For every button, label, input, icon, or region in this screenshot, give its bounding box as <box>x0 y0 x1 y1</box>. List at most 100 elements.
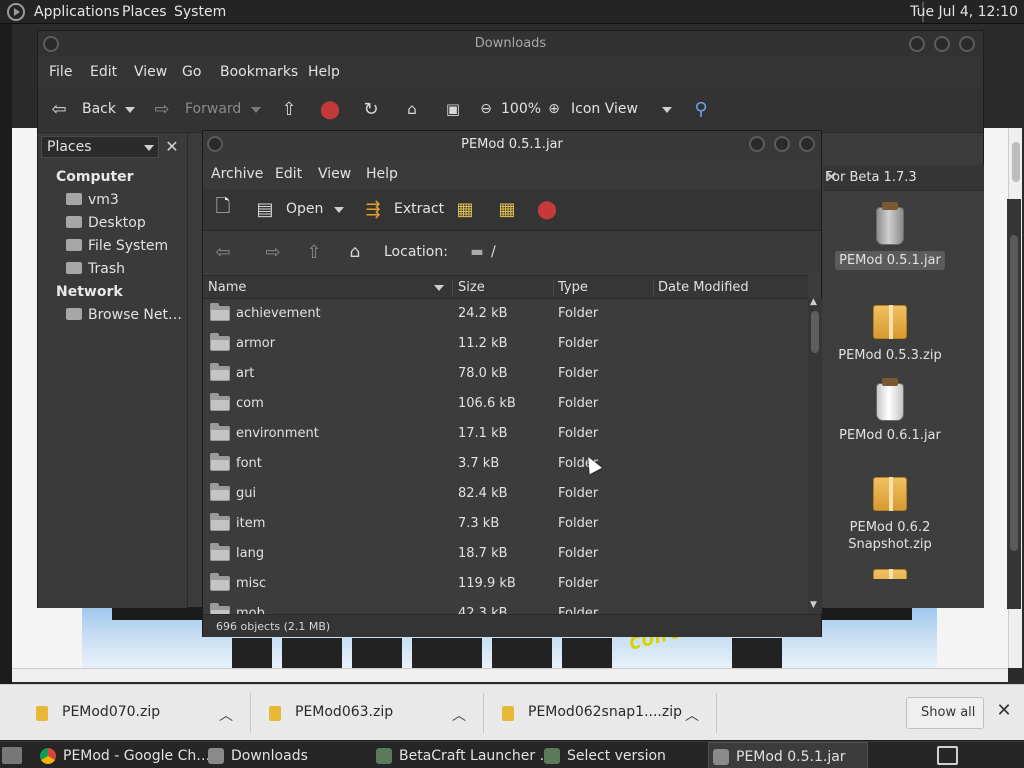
scroll-thumb[interactable] <box>1010 235 1018 551</box>
table-row[interactable]: armor 11.2 kB Folder <box>203 329 808 359</box>
file-item[interactable] <box>835 569 945 579</box>
stop-icon[interactable]: ⬤ <box>320 99 340 120</box>
add-folder-icon[interactable]: ▦ <box>497 199 517 220</box>
column-type[interactable]: Type <box>558 280 588 295</box>
close-icon[interactable]: ✕ <box>994 700 1014 724</box>
gnome-foot-icon[interactable] <box>7 3 25 21</box>
menu-view[interactable]: View <box>318 166 351 182</box>
zoom-out-icon[interactable]: ⊖ <box>476 99 496 119</box>
file-list-scrollbar[interactable]: ▲ ▼ <box>808 297 822 614</box>
column-divider[interactable] <box>553 279 554 297</box>
menu-places[interactable]: Places <box>122 4 167 20</box>
table-row[interactable]: misc 119.9 kB Folder <box>203 569 808 599</box>
extract-button[interactable]: Extract <box>394 201 444 217</box>
menu-system[interactable]: System <box>174 4 226 20</box>
chevron-up-icon[interactable]: ︿ <box>219 705 233 725</box>
menu-edit[interactable]: Edit <box>90 64 117 80</box>
clock[interactable]: Tue Jul 4, 12:10 <box>910 4 1018 20</box>
zoom-in-icon[interactable]: ⊕ <box>544 99 564 119</box>
minimize-button[interactable] <box>749 136 765 152</box>
new-archive-icon[interactable]: 🗋 <box>213 196 233 219</box>
downloads-tab[interactable]: For Beta 1.7.3 ✕ <box>823 165 984 191</box>
task-button-select-version[interactable]: Select version <box>544 742 704 768</box>
close-button[interactable] <box>799 136 815 152</box>
table-row[interactable]: art 78.0 kB Folder <box>203 359 808 389</box>
stop-icon[interactable]: ⬤ <box>537 199 557 220</box>
column-name[interactable]: Name <box>208 280 246 295</box>
minimize-button[interactable] <box>909 36 925 52</box>
file-item[interactable]: PEMod 0.5.1.jar <box>835 202 945 270</box>
computer-icon[interactable]: ▣ <box>443 99 463 119</box>
table-row[interactable]: lang 18.7 kB Folder <box>203 539 808 569</box>
menu-applications[interactable]: Applications <box>34 4 120 20</box>
menu-view[interactable]: View <box>134 64 167 80</box>
archive-titlebar[interactable]: PEMod 0.5.1.jar <box>203 131 821 159</box>
table-row[interactable]: gui 82.4 kB Folder <box>203 479 808 509</box>
places-selector[interactable]: Places <box>41 136 159 158</box>
scroll-up-icon[interactable]: ▲ <box>810 297 817 307</box>
back-arrow-icon[interactable]: ⇦ <box>49 99 69 120</box>
task-button-archive[interactable]: PEMod 0.5.1.jar <box>708 742 868 768</box>
reload-icon[interactable]: ↻ <box>361 99 381 120</box>
download-item[interactable]: PEMod062snap1....zip ︿ <box>502 685 712 741</box>
extract-icon[interactable]: ⇶ <box>363 199 383 220</box>
menu-file[interactable]: File <box>49 64 72 80</box>
task-button-betacraft[interactable]: BetaCraft Launcher … <box>376 742 554 768</box>
menu-help[interactable]: Help <box>366 166 398 182</box>
workspace-switcher-icon[interactable] <box>937 746 958 765</box>
download-item[interactable]: PEMod063.zip ︿ <box>269 685 479 741</box>
column-date-modified[interactable]: Date Modified <box>658 280 749 295</box>
download-item[interactable]: PEMod070.zip ︿ <box>36 685 246 741</box>
table-row[interactable]: item 7.3 kB Folder <box>203 509 808 539</box>
column-divider[interactable] <box>653 279 654 297</box>
open-button[interactable]: Open <box>286 201 323 217</box>
show-desktop-icon[interactable] <box>2 747 22 764</box>
task-button-downloads[interactable]: Downloads <box>208 742 368 768</box>
table-row[interactable]: font 3.7 kB Folder <box>203 449 808 479</box>
menu-help[interactable]: Help <box>308 64 340 80</box>
downloads-titlebar[interactable]: Downloads <box>38 31 983 57</box>
search-icon[interactable]: ⚲ <box>691 99 711 120</box>
table-row[interactable]: environment 17.1 kB Folder <box>203 419 808 449</box>
chevron-up-icon[interactable]: ︿ <box>452 705 466 725</box>
up-arrow-icon[interactable]: ⇧ <box>279 99 299 120</box>
maximize-button[interactable] <box>934 36 950 52</box>
task-button-chrome[interactable]: PEMod - Google Ch… <box>40 742 210 768</box>
column-divider[interactable] <box>452 279 453 297</box>
open-folder-icon[interactable]: ▤ <box>255 199 275 220</box>
file-item[interactable]: PEMod 0.5.3.zip <box>835 305 945 364</box>
open-dropdown-icon[interactable] <box>334 207 344 213</box>
sidebar-item-desktop[interactable]: Desktop <box>66 215 146 231</box>
sidebar-item-vm3[interactable]: vm3 <box>66 192 119 208</box>
file-item[interactable]: PEMod 0.6.2 Snapshot.zip <box>835 477 945 553</box>
close-icon[interactable]: ✕ <box>162 137 182 157</box>
sidebar-item-trash[interactable]: Trash <box>66 261 125 277</box>
table-row[interactable]: com 106.6 kB Folder <box>203 389 808 419</box>
table-row[interactable]: mob 42.3 kB Folder <box>203 599 808 614</box>
file-item[interactable]: PEMod 0.6.1.jar <box>835 378 945 444</box>
scroll-thumb[interactable] <box>811 311 819 353</box>
icon-view-scrollbar[interactable] <box>1007 199 1021 609</box>
show-all-button[interactable]: Show all <box>906 697 984 729</box>
sidebar-item-file-system[interactable]: File System <box>66 238 168 254</box>
close-icon[interactable]: ✕ <box>825 168 980 186</box>
menu-archive[interactable]: Archive <box>211 166 263 182</box>
location-path[interactable]: / <box>491 244 496 260</box>
home-icon[interactable]: ⌂ <box>345 242 365 262</box>
view-mode-dropdown-icon[interactable] <box>662 107 672 113</box>
menu-edit[interactable]: Edit <box>275 166 302 182</box>
sort-descending-icon[interactable] <box>434 285 444 291</box>
scroll-down-icon[interactable]: ▼ <box>810 600 817 610</box>
view-mode-select[interactable]: Icon View <box>571 101 638 117</box>
back-history-dropdown-icon[interactable] <box>125 107 135 113</box>
column-size[interactable]: Size <box>458 280 485 295</box>
close-button[interactable] <box>959 36 975 52</box>
browser-hscrollbar[interactable] <box>12 668 1008 682</box>
menu-bookmarks[interactable]: Bookmarks <box>220 64 298 80</box>
add-files-icon[interactable]: ▦ <box>455 199 475 220</box>
sidebar-item-browse-network[interactable]: Browse Net… <box>66 307 182 323</box>
menu-go[interactable]: Go <box>182 64 201 80</box>
maximize-button[interactable] <box>774 136 790 152</box>
chevron-up-icon[interactable]: ︿ <box>685 705 699 725</box>
scroll-thumb[interactable] <box>1012 142 1020 182</box>
